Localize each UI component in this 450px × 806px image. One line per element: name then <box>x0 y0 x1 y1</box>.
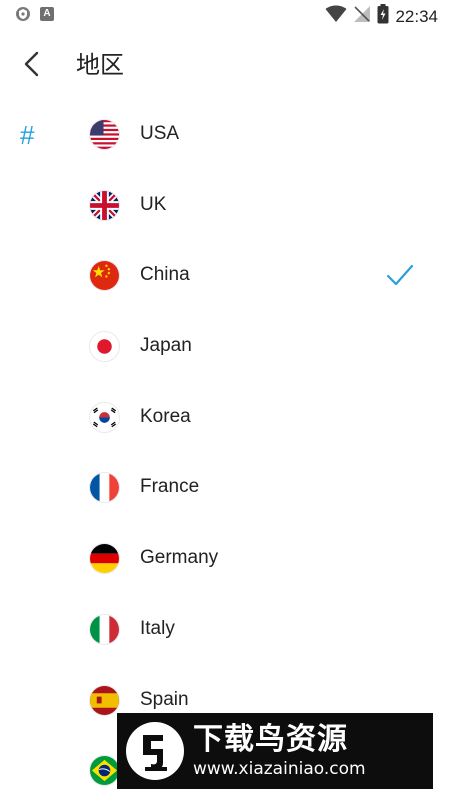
status-bar-right: 22:34 <box>325 4 438 29</box>
country-row-france[interactable]: France <box>0 452 450 523</box>
page-title: 地区 <box>76 52 124 79</box>
usa-flag-icon <box>89 119 120 150</box>
country-name: UK <box>140 193 167 215</box>
germany-flag-icon <box>89 543 120 575</box>
country-row-china[interactable]: China <box>0 240 450 311</box>
country-row-japan[interactable]: Japan <box>0 311 450 382</box>
spain-flag-icon <box>89 684 120 716</box>
battery-icon <box>377 4 389 29</box>
app-header: 地区 <box>0 40 450 96</box>
watermark-title: 下载鸟资源 <box>193 722 348 757</box>
status-time: 22:34 <box>395 6 438 26</box>
italy-flag-icon <box>89 613 120 645</box>
status-bar: A 22:34 <box>0 0 450 32</box>
country-list: USA UK China Japan Korea France Germany … <box>0 99 450 806</box>
country-row-korea[interactable]: Korea <box>0 382 450 453</box>
country-row-germany[interactable]: Germany <box>0 523 450 594</box>
country-name: China <box>140 264 190 286</box>
wifi-icon <box>325 5 347 28</box>
japan-flag-icon <box>89 331 120 363</box>
check-icon <box>386 262 414 290</box>
country-name: Germany <box>140 547 219 569</box>
country-name: Japan <box>140 335 192 357</box>
no-signal-icon <box>353 5 371 28</box>
status-bar-left: A <box>16 7 54 21</box>
china-flag-icon <box>89 260 120 292</box>
watermark-banner: 下载鸟资源 www.xiazainiao.com <box>117 713 433 789</box>
country-row-usa[interactable]: USA <box>0 99 450 170</box>
country-name: USA <box>140 123 180 144</box>
country-row-italy[interactable]: Italy <box>0 594 450 665</box>
korea-flag-icon <box>89 401 120 433</box>
uk-flag-icon <box>89 189 120 221</box>
a-icon: A <box>40 7 54 21</box>
france-flag-icon <box>89 472 120 504</box>
country-name: Italy <box>140 617 175 639</box>
chevron-left-icon <box>22 51 42 82</box>
brazil-flag-icon <box>89 755 120 787</box>
country-name: Korea <box>140 405 191 427</box>
country-name: France <box>140 476 200 498</box>
shield-icon <box>16 7 30 21</box>
watermark-url: www.xiazainiao.com <box>193 759 366 779</box>
watermark-text: 下载鸟资源 www.xiazainiao.com <box>193 722 366 780</box>
bird-logo-icon <box>123 719 187 783</box>
country-row-uk[interactable]: UK <box>0 170 450 241</box>
back-button[interactable] <box>16 50 48 82</box>
